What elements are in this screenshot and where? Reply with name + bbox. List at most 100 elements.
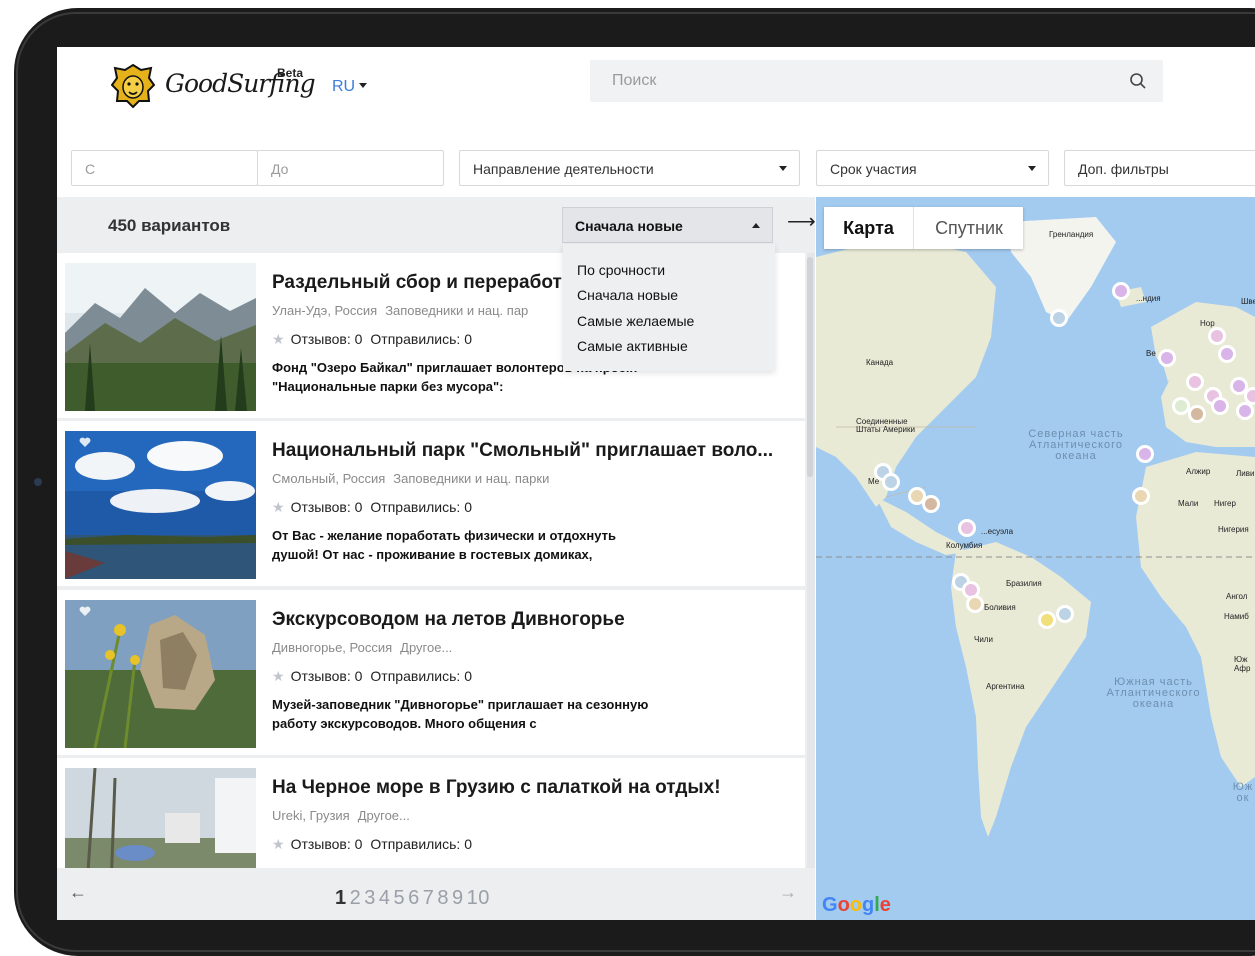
collapse-map-arrow-icon[interactable]: ⟶ bbox=[787, 209, 816, 234]
listing-title[interactable]: Экскурсоводом на летов Дивногорье bbox=[272, 609, 625, 631]
chevron-up-icon bbox=[752, 223, 760, 228]
listing-title[interactable]: Раздельный сбор и переработка bbox=[272, 272, 582, 294]
went-count: Отправились: 0 bbox=[370, 668, 472, 684]
date-to-field[interactable]: До bbox=[257, 150, 444, 186]
listing-city[interactable]: Смольный, Россия bbox=[272, 471, 385, 486]
page-link[interactable]: 5 bbox=[394, 887, 406, 909]
map-marker[interactable] bbox=[1218, 345, 1236, 363]
map-marker[interactable] bbox=[1112, 282, 1130, 300]
search-icon[interactable] bbox=[1129, 72, 1147, 90]
map-label: Ангол bbox=[1226, 592, 1248, 601]
map-label: Намиб bbox=[1224, 612, 1249, 621]
map-label: ...есуэла bbox=[981, 527, 1014, 536]
heart-icon[interactable] bbox=[79, 606, 91, 617]
sort-dropdown-menu: По срочности Сначала новые Самые желаемы… bbox=[563, 244, 775, 371]
map-marker[interactable] bbox=[882, 473, 900, 491]
map-marker[interactable] bbox=[1188, 405, 1206, 423]
listing-photo[interactable] bbox=[65, 431, 256, 579]
listing-photo[interactable] bbox=[65, 768, 256, 868]
activity-select[interactable]: Направление деятельности bbox=[459, 150, 800, 186]
map-marker[interactable] bbox=[1038, 611, 1056, 629]
world-map[interactable] bbox=[816, 197, 1255, 920]
map-type-control: Карта Спутник bbox=[824, 207, 1023, 249]
listing-stats: ★ Отзывов: 0 Отправились: 0 bbox=[272, 499, 472, 516]
listing-title[interactable]: Национальный парк "Смольный" приглашает … bbox=[272, 440, 773, 462]
map-label: Аргентина bbox=[986, 682, 1025, 691]
date-to-placeholder: До bbox=[271, 161, 289, 177]
sort-option-newest[interactable]: Сначала новые bbox=[577, 287, 678, 303]
page-link[interactable]: 10 bbox=[467, 887, 490, 909]
lion-logo-icon[interactable] bbox=[111, 63, 155, 109]
map-marker[interactable] bbox=[1132, 487, 1150, 505]
date-from-field[interactable]: С bbox=[71, 150, 258, 186]
chevron-down-icon bbox=[1028, 166, 1036, 171]
list-item[interactable]: Экскурсоводом на летов Дивногорье Дивног… bbox=[57, 590, 805, 755]
sort-select-label: Сначала новые bbox=[575, 218, 683, 234]
map-marker[interactable] bbox=[1186, 373, 1204, 391]
page-link[interactable]: 6 bbox=[408, 887, 420, 909]
map-label: Юж ок bbox=[1232, 781, 1254, 804]
map-marker[interactable] bbox=[1050, 309, 1068, 327]
pagination: ← 1 2 3 4 5 6 7 8 9 10 → bbox=[57, 868, 815, 920]
search-placeholder: Поиск bbox=[612, 72, 657, 89]
star-icon: ★ bbox=[272, 331, 285, 347]
page-link[interactable]: 1 bbox=[335, 887, 347, 909]
map-view[interactable]: Карта Спутник Гренландия Канада Соединен… bbox=[816, 197, 1255, 920]
duration-select[interactable]: Срок участия bbox=[816, 150, 1049, 186]
sort-select[interactable]: Сначала новые bbox=[562, 207, 773, 243]
listing-city[interactable]: Дивногорье, Россия bbox=[272, 640, 392, 655]
listing-category[interactable]: Заповедники и нац. парки bbox=[393, 471, 549, 486]
map-marker[interactable] bbox=[1158, 349, 1176, 367]
map-label: Бразилия bbox=[1006, 579, 1042, 588]
listing-photo[interactable] bbox=[65, 600, 256, 748]
next-page-button[interactable]: → bbox=[779, 882, 797, 903]
map-marker[interactable] bbox=[1136, 445, 1154, 463]
google-logo[interactable]: Google bbox=[822, 894, 891, 917]
map-marker[interactable] bbox=[1211, 397, 1229, 415]
map-marker[interactable] bbox=[966, 595, 984, 613]
page-link[interactable]: 3 bbox=[364, 887, 376, 909]
heart-icon[interactable] bbox=[79, 437, 91, 448]
map-label: Колумбия bbox=[946, 541, 983, 550]
listing-title[interactable]: На Черное море в Грузию с палаткой на от… bbox=[272, 777, 721, 799]
listing-city[interactable]: Ureki, Грузия bbox=[272, 808, 350, 823]
prev-page-button[interactable]: ← bbox=[69, 882, 87, 903]
map-type-satellite-button[interactable]: Спутник bbox=[915, 207, 1023, 249]
beta-badge: Beta bbox=[277, 66, 304, 80]
reviews-count: Отзывов: 0 bbox=[290, 836, 363, 852]
map-label: Нигер bbox=[1214, 499, 1236, 508]
listing-city[interactable]: Улан-Удэ, Россия bbox=[272, 303, 377, 318]
page-link[interactable]: 2 bbox=[350, 887, 362, 909]
more-filters-select[interactable]: Доп. фильтры bbox=[1064, 150, 1255, 186]
map-marker[interactable] bbox=[1244, 387, 1255, 405]
sort-option-most-wanted[interactable]: Самые желаемые bbox=[577, 313, 694, 329]
language-selector[interactable]: RU bbox=[332, 78, 368, 96]
results-scroll-thumb[interactable] bbox=[807, 257, 813, 477]
listing-category[interactable]: Другое... bbox=[400, 640, 452, 655]
listing-stats: ★ Отзывов: 0 Отправились: 0 bbox=[272, 836, 472, 853]
map-marker[interactable] bbox=[958, 519, 976, 537]
listing-category[interactable]: Заповедники и нац. пар bbox=[385, 303, 528, 318]
listing-location: Дивногорье, Россия Другое... bbox=[272, 640, 452, 655]
page-link[interactable]: 9 bbox=[452, 887, 464, 909]
page-link[interactable]: 8 bbox=[437, 887, 449, 909]
sort-option-urgency[interactable]: По срочности bbox=[577, 262, 665, 278]
sort-option-most-active[interactable]: Самые активные bbox=[577, 338, 688, 354]
listing-category[interactable]: Другое... bbox=[358, 808, 410, 823]
page-link[interactable]: 4 bbox=[379, 887, 391, 909]
list-item[interactable]: Национальный парк "Смольный" приглашает … bbox=[57, 421, 805, 586]
map-label: Юж Афр bbox=[1234, 655, 1251, 673]
listing-photo[interactable] bbox=[65, 263, 256, 411]
map-label: Нор bbox=[1200, 319, 1215, 328]
camera bbox=[34, 478, 42, 486]
reviews-count: Отзывов: 0 bbox=[290, 668, 363, 684]
map-marker[interactable] bbox=[922, 495, 940, 513]
reviews-count: Отзывов: 0 bbox=[290, 331, 363, 347]
listing-location: Смольный, Россия Заповедники и нац. парки bbox=[272, 471, 549, 486]
page-link[interactable]: 7 bbox=[423, 887, 435, 909]
search-input[interactable]: Поиск bbox=[590, 60, 1163, 102]
map-marker[interactable] bbox=[1056, 605, 1074, 623]
list-item[interactable]: На Черное море в Грузию с палаткой на от… bbox=[57, 758, 805, 868]
map-marker[interactable] bbox=[1208, 327, 1226, 345]
map-type-map-button[interactable]: Карта bbox=[824, 207, 914, 249]
